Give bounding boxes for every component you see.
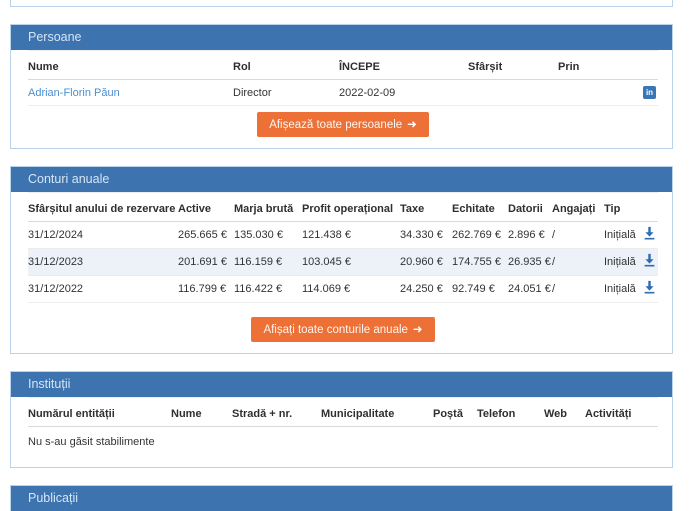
accounts-col-type: Tip <box>604 193 642 222</box>
show-all-accounts-button[interactable]: Afișați toate conturile anuale ➜ <box>251 317 434 342</box>
cell-year-end: 31/12/2023 <box>28 249 178 276</box>
cell-operating-profit: 103.045 € <box>302 249 400 276</box>
cell-active: 116.799 € <box>178 276 234 303</box>
accounts-header-row: Sfârșitul anului de rezervare Active Mar… <box>28 193 658 222</box>
cell-download <box>642 222 658 249</box>
persons-button-row: Afișează toate persoanele ➜ <box>28 106 658 148</box>
download-icon[interactable] <box>642 280 656 294</box>
page: Persoane Nume Rol ÎNCEPE Sfârșit Prin <box>0 0 673 511</box>
persons-col-sfarsit: Sfârșit <box>468 51 558 80</box>
show-all-accounts-label: Afișați toate conturile anuale <box>263 324 407 336</box>
cell-gross-margin: 135.030 € <box>234 222 302 249</box>
show-all-persons-label: Afișează toate persoanele <box>269 119 402 131</box>
persons-header-row: Nume Rol ÎNCEPE Sfârșit Prin <box>28 51 658 80</box>
cell-download <box>642 276 658 303</box>
download-icon[interactable] <box>642 226 656 240</box>
cell-taxes: 34.330 € <box>400 222 452 249</box>
cell-operating-profit: 121.438 € <box>302 222 400 249</box>
accounts-col-operating-profit: Profit operațional <box>302 193 400 222</box>
institutions-card-body: Numărul entității Nume Stradă + nr. Muni… <box>11 397 672 467</box>
accounts-row-2023: 31/12/2023 201.691 € 116.159 € 103.045 €… <box>28 249 658 276</box>
persons-table: Nume Rol ÎNCEPE Sfârșit Prin Adrian-Flor… <box>28 50 658 106</box>
cell-equity: 262.769 € <box>452 222 508 249</box>
person-row: Adrian-Florin Păun Director 2022-02-09 i… <box>28 80 658 106</box>
accounts-row-2024: 31/12/2024 265.665 € 135.030 € 121.438 €… <box>28 222 658 249</box>
cell-active: 201.691 € <box>178 249 234 276</box>
annual-accounts-card-title: Conturi anuale <box>11 167 672 192</box>
accounts-col-active: Active <box>178 193 234 222</box>
publications-card: Publicații Data Titlu 11/02/2022 CONST <box>10 485 673 511</box>
accounts-col-equity: Echitate <box>452 193 508 222</box>
institutions-col-name: Nume <box>171 398 232 427</box>
persons-col-prin: Prin <box>558 51 618 80</box>
accounts-col-employees: Angajați <box>552 193 604 222</box>
cell-type: Inițială <box>604 276 642 303</box>
accounts-col-taxes: Taxe <box>400 193 452 222</box>
cell-taxes: 24.250 € <box>400 276 452 303</box>
cell-active: 265.665 € <box>178 222 234 249</box>
persons-col-rol: Rol <box>233 51 339 80</box>
institutions-col-municipality: Municipalitate <box>321 398 433 427</box>
institutions-col-web: Web <box>544 398 585 427</box>
previous-card-bottom-edge <box>10 0 673 7</box>
institutions-card-title: Instituții <box>11 372 672 397</box>
person-start-cell: 2022-02-09 <box>339 80 468 106</box>
institutions-card: Instituții Numărul entității Nume Stradă… <box>10 371 673 468</box>
institutions-col-activities: Activități <box>585 398 658 427</box>
cell-equity: 174.755 € <box>452 249 508 276</box>
accounts-row-2022: 31/12/2022 116.799 € 116.422 € 114.069 €… <box>28 276 658 303</box>
arrow-right-icon: ➜ <box>413 324 423 336</box>
annual-accounts-card: Conturi anuale Sfârșitul anului de rezer… <box>10 166 673 354</box>
institutions-col-street: Stradă + nr. <box>232 398 321 427</box>
annual-accounts-card-body: Sfârșitul anului de rezervare Active Mar… <box>11 192 672 353</box>
person-name-link[interactable]: Adrian-Florin Păun <box>28 87 120 99</box>
persons-col-actions <box>618 51 658 80</box>
cell-debts: 24.051 € <box>508 276 552 303</box>
cell-download <box>642 249 658 276</box>
accounts-col-debts: Datorii <box>508 193 552 222</box>
cell-gross-margin: 116.159 € <box>234 249 302 276</box>
accounts-col-gross-margin: Marja brută <box>234 193 302 222</box>
cell-employees: / <box>552 222 604 249</box>
cell-year-end: 31/12/2022 <box>28 276 178 303</box>
cell-employees: / <box>552 276 604 303</box>
persons-card: Persoane Nume Rol ÎNCEPE Sfârșit Prin <box>10 24 673 149</box>
cell-equity: 92.749 € <box>452 276 508 303</box>
cell-debts: 2.896 € <box>508 222 552 249</box>
cell-operating-profit: 114.069 € <box>302 276 400 303</box>
publications-card-title: Publicații <box>11 486 672 511</box>
annual-accounts-table: Sfârșitul anului de rezervare Active Mar… <box>28 192 658 303</box>
institutions-empty-message: Nu s-au găsit stabilimente <box>28 427 658 467</box>
institutions-col-phone: Telefon <box>477 398 544 427</box>
person-prin-cell <box>558 80 618 106</box>
person-name-cell: Adrian-Florin Păun <box>28 80 233 106</box>
institutions-header-row: Numărul entității Nume Stradă + nr. Muni… <box>28 398 658 427</box>
cell-taxes: 20.960 € <box>400 249 452 276</box>
cell-year-end: 31/12/2024 <box>28 222 178 249</box>
cell-employees: / <box>552 249 604 276</box>
persons-card-title: Persoane <box>11 25 672 50</box>
institutions-col-post: Poștă <box>433 398 477 427</box>
linkedin-icon[interactable]: in <box>643 86 656 99</box>
cell-gross-margin: 116.422 € <box>234 276 302 303</box>
institutions-col-entity-number: Numărul entității <box>28 398 171 427</box>
persons-card-body: Nume Rol ÎNCEPE Sfârșit Prin Adrian-Flor… <box>11 50 672 148</box>
show-all-persons-button[interactable]: Afișează toate persoanele ➜ <box>257 112 429 137</box>
person-role-cell: Director <box>233 80 339 106</box>
persons-col-nume: Nume <box>28 51 233 80</box>
persons-col-incepe: ÎNCEPE <box>339 51 468 80</box>
person-linkedin-cell: in <box>618 80 658 106</box>
cell-type: Inițială <box>604 249 642 276</box>
accounts-button-row: Afișați toate conturile anuale ➜ <box>28 303 658 353</box>
institutions-table: Numărul entității Nume Stradă + nr. Muni… <box>28 397 658 427</box>
person-end-cell <box>468 80 558 106</box>
arrow-right-icon: ➜ <box>407 119 417 131</box>
cell-debts: 26.935 € <box>508 249 552 276</box>
cell-type: Inițială <box>604 222 642 249</box>
download-icon[interactable] <box>642 253 656 267</box>
accounts-col-year-end: Sfârșitul anului de rezervare <box>28 193 178 222</box>
accounts-col-download <box>642 193 658 222</box>
